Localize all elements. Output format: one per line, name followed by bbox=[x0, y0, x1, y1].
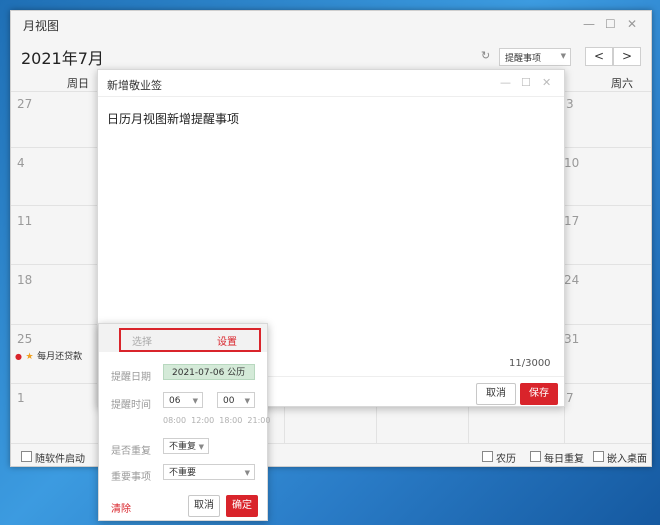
autostart-label: 随软件启动 bbox=[35, 454, 85, 465]
minimize-icon[interactable]: — bbox=[583, 17, 595, 31]
repeat-label: 是否重复 bbox=[111, 446, 151, 457]
note-save-button[interactable]: 保存 bbox=[520, 383, 558, 405]
weekday-sunday: 周日 bbox=[67, 77, 89, 90]
chevron-down-icon: ▼ bbox=[244, 397, 250, 405]
popup-cancel-button[interactable]: 取消 bbox=[188, 495, 220, 517]
repeat-value: 不重复 bbox=[169, 442, 197, 452]
minimize-icon[interactable]: — bbox=[500, 76, 511, 89]
important-value: 不重要 bbox=[169, 468, 197, 478]
embed-desktop-checkbox[interactable] bbox=[593, 451, 604, 462]
date-picker[interactable]: 2021-07-06 公历 bbox=[163, 364, 255, 380]
daily-repeat-label: 每日重复 bbox=[544, 454, 584, 465]
time-label: 提醒时间 bbox=[111, 400, 151, 411]
chevron-down-icon: ▼ bbox=[244, 469, 250, 477]
day-number[interactable]: 17 bbox=[564, 214, 579, 228]
day-number[interactable]: 1 bbox=[17, 391, 25, 405]
important-label: 重要事项 bbox=[111, 472, 151, 483]
important-select[interactable]: 不重要 ▼ bbox=[163, 464, 255, 480]
lunar-checkbox[interactable] bbox=[482, 451, 493, 462]
weekday-saturday: 周六 bbox=[611, 77, 633, 90]
grid-line bbox=[284, 406, 285, 443]
chevron-down-icon: ▼ bbox=[560, 52, 566, 60]
day-number[interactable]: 31 bbox=[564, 332, 579, 346]
chevron-down-icon: ▼ bbox=[192, 397, 198, 405]
day-number[interactable]: 11 bbox=[17, 214, 32, 228]
day-number[interactable]: 27 bbox=[17, 97, 32, 111]
star-icon: ★ bbox=[25, 352, 34, 362]
next-month-button[interactable]: > bbox=[613, 47, 641, 66]
char-counter: 11/3000 bbox=[509, 358, 551, 369]
reminder-filter-label: 提醒事项 bbox=[505, 54, 542, 64]
day-number[interactable]: 3 bbox=[566, 97, 574, 111]
day-number[interactable]: 4 bbox=[17, 156, 25, 170]
window-title: 月视图 bbox=[23, 19, 60, 33]
close-icon[interactable]: ✕ bbox=[542, 76, 551, 89]
prev-month-button[interactable]: < bbox=[585, 47, 613, 66]
maximize-icon[interactable]: ☐ bbox=[605, 17, 616, 31]
note-content-editor[interactable]: 日历月视图新增提醒事项 bbox=[107, 110, 547, 127]
daily-repeat-checkbox[interactable] bbox=[530, 451, 541, 462]
date-label: 提醒日期 bbox=[111, 372, 151, 383]
refresh-icon[interactable]: ↻ bbox=[481, 49, 490, 62]
divider bbox=[268, 376, 564, 377]
day-number[interactable]: 25 bbox=[17, 332, 32, 346]
note-cancel-button[interactable]: 取消 bbox=[476, 383, 516, 405]
bullet-icon: ● bbox=[15, 352, 22, 361]
embed-desktop-label: 嵌入桌面 bbox=[607, 454, 647, 465]
day-number[interactable]: 7 bbox=[566, 391, 574, 405]
reminder-settings-popup: 选择 设置 提醒日期 2021-07-06 公历 提醒时间 06 ▼ 00 ▼ … bbox=[98, 323, 270, 521]
tab-settings[interactable]: 设置 bbox=[217, 333, 237, 348]
grid-line bbox=[376, 406, 377, 443]
calendar-event[interactable]: ● ★ 每月还贷款 bbox=[15, 349, 82, 362]
minute-value: 00 bbox=[223, 396, 235, 406]
quick-time-options[interactable]: 08:00 12:00 18:00 21:00 bbox=[163, 416, 270, 425]
chevron-down-icon: ▼ bbox=[198, 443, 204, 451]
repeat-select[interactable]: 不重复 ▼ bbox=[163, 438, 209, 454]
day-number[interactable]: 18 bbox=[17, 273, 32, 287]
popup-confirm-button[interactable]: 确定 bbox=[226, 495, 258, 517]
hour-value: 06 bbox=[169, 396, 181, 406]
day-number[interactable]: 24 bbox=[564, 273, 579, 287]
day-number[interactable]: 10 bbox=[564, 156, 579, 170]
autostart-checkbox[interactable] bbox=[21, 451, 32, 462]
close-icon[interactable]: ✕ bbox=[627, 17, 637, 31]
month-title: 2021年7月 bbox=[21, 49, 104, 68]
lunar-label: 农历 bbox=[496, 454, 516, 465]
minute-select[interactable]: 00 ▼ bbox=[217, 392, 255, 408]
event-label: 每月还贷款 bbox=[37, 352, 83, 362]
divider bbox=[98, 96, 564, 97]
tab-select[interactable]: 选择 bbox=[132, 333, 152, 348]
reminder-filter-dropdown[interactable]: 提醒事项 ▼ bbox=[499, 48, 571, 66]
maximize-icon[interactable]: ☐ bbox=[521, 76, 531, 89]
grid-line bbox=[468, 406, 469, 443]
hour-select[interactable]: 06 ▼ bbox=[163, 392, 203, 408]
note-dialog-title: 新增敬业签 bbox=[107, 79, 162, 92]
clear-link[interactable]: 清除 bbox=[111, 500, 131, 515]
